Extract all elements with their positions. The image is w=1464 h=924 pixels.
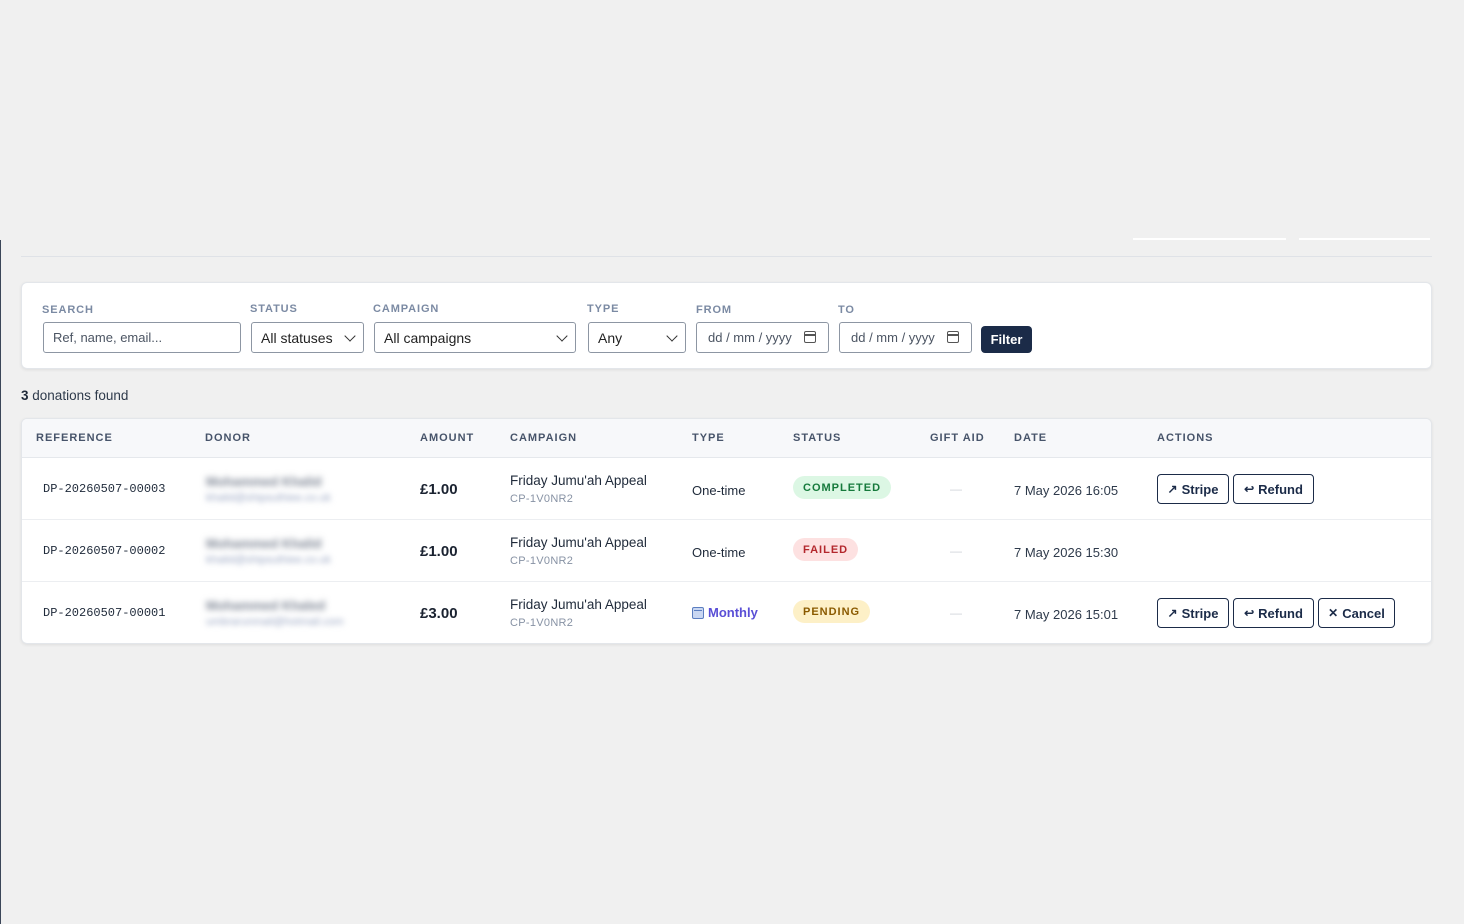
to-date-placeholder: dd / mm / yyyy bbox=[851, 330, 935, 345]
results-count: 3 donations found bbox=[21, 388, 128, 403]
search-label: SEARCH bbox=[42, 304, 94, 316]
from-filter: FROM bbox=[696, 303, 732, 317]
donor-name: Mohammed Khalid bbox=[206, 474, 322, 489]
campaign-select-value: All campaigns bbox=[384, 329, 472, 346]
window-edge bbox=[0, 240, 1, 924]
search-filter: SEARCH bbox=[42, 303, 94, 317]
campaign-name: Friday Jumu'ah Appeal bbox=[510, 473, 647, 488]
filter-button[interactable]: Filter bbox=[981, 326, 1032, 353]
campaign-filter: CAMPAIGN bbox=[373, 302, 439, 316]
stripe-button[interactable]: ↗ Stripe bbox=[1157, 598, 1229, 628]
stripe-button-label: Stripe bbox=[1181, 481, 1219, 497]
column-header-actions: ACTIONS bbox=[1157, 432, 1214, 444]
campaign-name: Friday Jumu'ah Appeal bbox=[510, 535, 647, 550]
results-count-number: 3 bbox=[21, 388, 29, 403]
table-row[interactable]: DP-20260507-00002 Mohammed Khalid khalid… bbox=[22, 520, 1431, 582]
to-filter: TO bbox=[838, 303, 855, 317]
type-select[interactable]: Any bbox=[588, 322, 686, 353]
stripe-button[interactable]: ↗ Stripe bbox=[1157, 474, 1229, 504]
results-count-label: donations found bbox=[32, 388, 129, 403]
arrow-up-right-icon: ↗ bbox=[1167, 606, 1178, 620]
type-label: Monthly bbox=[708, 605, 758, 620]
type-cell: One-time bbox=[692, 483, 746, 498]
campaign-name: Friday Jumu'ah Appeal bbox=[510, 597, 647, 612]
type-filter: TYPE bbox=[587, 302, 619, 316]
date-cell: 7 May 2026 16:05 bbox=[1014, 483, 1119, 498]
header-divider bbox=[21, 256, 1432, 257]
type-select-value: Any bbox=[598, 329, 623, 346]
status-badge: COMPLETED bbox=[793, 476, 892, 499]
status-select[interactable]: All statuses bbox=[251, 322, 364, 353]
gift-aid-cell: — bbox=[950, 544, 962, 558]
reference-cell[interactable]: DP-20260507-00002 bbox=[43, 544, 165, 558]
from-date-input[interactable]: dd / mm / yyyy bbox=[696, 322, 829, 353]
amount-cell: £3.00 bbox=[420, 605, 458, 622]
amount-cell: £1.00 bbox=[420, 543, 458, 560]
campaign-code: CP-1V0NR2 bbox=[510, 617, 574, 629]
type-cell: One-time bbox=[692, 545, 746, 560]
header-tab-underline bbox=[1133, 238, 1286, 240]
campaign-select[interactable]: All campaigns bbox=[374, 322, 576, 353]
donor-name: Mohammed Khalid bbox=[206, 536, 322, 551]
donor-email: umbrarunmail@hotmail.com bbox=[206, 616, 344, 628]
reference-cell[interactable]: DP-20260507-00003 bbox=[43, 482, 165, 496]
campaign-code: CP-1V0NR2 bbox=[510, 493, 574, 505]
filter-panel: SEARCH Ref, name, email... STATUS All st… bbox=[21, 282, 1432, 369]
chevron-down-icon bbox=[666, 330, 678, 342]
column-header-amount[interactable]: AMOUNT bbox=[420, 432, 474, 444]
stripe-button-label: Stripe bbox=[1181, 605, 1219, 621]
campaign-code: CP-1V0NR2 bbox=[510, 555, 574, 567]
calendar-icon[interactable] bbox=[804, 331, 816, 343]
column-header-donor[interactable]: DONOR bbox=[205, 432, 251, 444]
status-label: STATUS bbox=[250, 303, 298, 315]
status-badge: PENDING bbox=[793, 600, 871, 623]
chevron-down-icon bbox=[344, 330, 356, 342]
donor-name: Mohammed Khaled bbox=[206, 598, 326, 613]
status-badge: FAILED bbox=[793, 538, 859, 561]
from-label: FROM bbox=[696, 304, 732, 316]
cancel-button[interactable]: ✕ Cancel bbox=[1318, 598, 1395, 628]
column-header-reference[interactable]: REFERENCE bbox=[36, 432, 113, 444]
search-input[interactable]: Ref, name, email... bbox=[43, 322, 241, 353]
date-cell: 7 May 2026 15:30 bbox=[1014, 545, 1119, 560]
donor-email: khalid@shipsuthiee.co.uk bbox=[206, 554, 331, 566]
to-label: TO bbox=[838, 304, 855, 316]
refund-button-label: Refund bbox=[1258, 481, 1303, 497]
column-header-campaign[interactable]: CAMPAIGN bbox=[510, 432, 577, 444]
chevron-down-icon bbox=[556, 330, 568, 342]
table-header: REFERENCE DONOR AMOUNT CAMPAIGN TYPE STA… bbox=[22, 419, 1431, 458]
status-select-value: All statuses bbox=[261, 329, 333, 346]
to-date-input[interactable]: dd / mm / yyyy bbox=[839, 322, 972, 353]
column-header-gift-aid[interactable]: GIFT AID bbox=[930, 432, 985, 444]
from-date-placeholder: dd / mm / yyyy bbox=[708, 330, 792, 345]
calendar-recurring-icon bbox=[692, 606, 704, 619]
reference-cell[interactable]: DP-20260507-00001 bbox=[43, 606, 165, 620]
column-header-status[interactable]: STATUS bbox=[793, 432, 841, 444]
arrow-up-right-icon: ↗ bbox=[1167, 482, 1178, 496]
amount-cell: £1.00 bbox=[420, 481, 458, 498]
table-row[interactable]: DP-20260507-00001 Mohammed Khaled umbrar… bbox=[22, 582, 1431, 643]
refund-button[interactable]: ↩ Refund bbox=[1233, 474, 1314, 504]
status-filter: STATUS bbox=[250, 302, 298, 316]
type-cell: Monthly bbox=[692, 605, 758, 620]
type-label: TYPE bbox=[587, 303, 620, 315]
calendar-icon[interactable] bbox=[947, 331, 959, 343]
column-header-date[interactable]: DATE bbox=[1014, 432, 1047, 444]
cancel-button-label: Cancel bbox=[1342, 605, 1385, 621]
gift-aid-cell: — bbox=[950, 606, 962, 620]
campaign-label: CAMPAIGN bbox=[373, 303, 440, 315]
gift-aid-cell: — bbox=[950, 482, 962, 496]
return-arrow-icon: ↩ bbox=[1244, 482, 1255, 496]
search-placeholder: Ref, name, email... bbox=[53, 330, 163, 345]
refund-button[interactable]: ↩ Refund bbox=[1233, 598, 1314, 628]
refund-button-label: Refund bbox=[1258, 605, 1303, 621]
return-arrow-icon: ↩ bbox=[1244, 606, 1255, 620]
column-header-type[interactable]: TYPE bbox=[692, 432, 725, 444]
header-tab-underline bbox=[1299, 238, 1430, 240]
close-icon: ✕ bbox=[1328, 606, 1339, 620]
date-cell: 7 May 2026 15:01 bbox=[1014, 607, 1119, 622]
donor-email: khalid@shipsuthiee.co.uk bbox=[206, 492, 331, 504]
table-row[interactable]: DP-20260507-00003 Mohammed Khalid khalid… bbox=[22, 458, 1431, 520]
donations-table: REFERENCE DONOR AMOUNT CAMPAIGN TYPE STA… bbox=[21, 418, 1432, 644]
